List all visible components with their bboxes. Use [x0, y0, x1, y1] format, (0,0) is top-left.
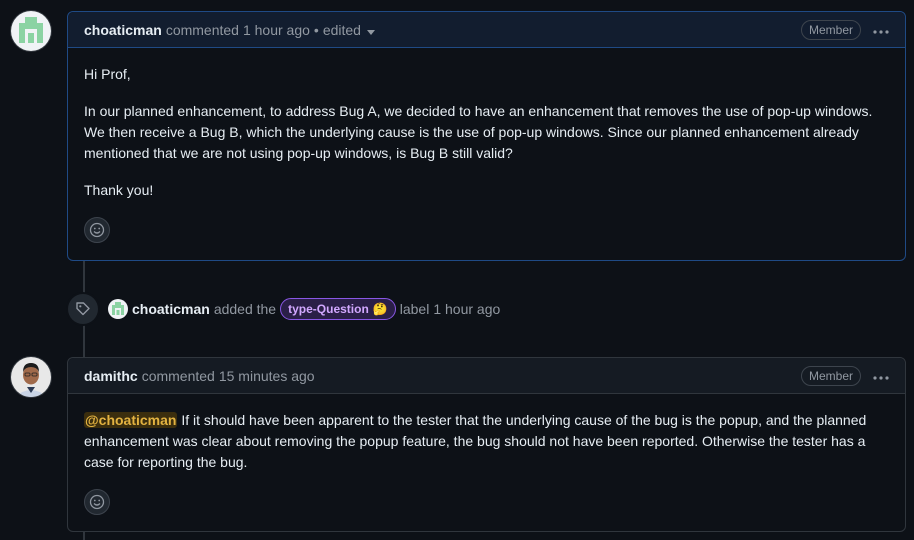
label-name: type-Question: [288, 302, 369, 316]
comment-body: @choaticman If it should have been appar…: [68, 394, 905, 489]
thinking-emoji-icon: 🤔: [372, 302, 388, 316]
comment-body: Hi Prof, In our planned enhancement, to …: [68, 48, 905, 217]
issue-timeline: choaticman commented 1 hour ago • edited…: [0, 0, 914, 540]
separator-dot: •: [313, 21, 319, 38]
kebab-menu-icon[interactable]: [873, 367, 889, 385]
comment-time[interactable]: 15 minutes ago: [219, 368, 315, 384]
label-event: choaticman added the type-Question 🤔 lab…: [68, 294, 500, 324]
avatar-choaticman[interactable]: [11, 11, 51, 51]
comment-time[interactable]: 1 hour ago: [243, 22, 310, 38]
comment-paragraph: @choaticman If it should have been appar…: [84, 410, 889, 473]
add-reaction-button[interactable]: [84, 489, 110, 515]
comment-choaticman: choaticman commented 1 hour ago • edited…: [67, 11, 906, 261]
add-reaction-button[interactable]: [84, 217, 110, 243]
tag-icon: [68, 294, 98, 324]
label-type-question[interactable]: type-Question 🤔: [280, 298, 396, 320]
comment-damithc: damithc commented 15 minutes ago Member …: [67, 357, 906, 532]
comment-author[interactable]: damithc: [84, 368, 138, 384]
edited-label: edited: [322, 21, 361, 38]
smiley-icon: [89, 494, 105, 510]
user-mention[interactable]: @choaticman: [84, 412, 178, 428]
comment-header: choaticman commented 1 hour ago • edited…: [68, 12, 905, 48]
comment-author[interactable]: choaticman: [84, 22, 162, 38]
comment-text: If it should have been apparent to the t…: [84, 412, 867, 470]
comment-action: commented: [141, 367, 215, 384]
comment-paragraph: In our planned enhancement, to address B…: [84, 103, 873, 161]
edited-dropdown[interactable]: edited: [323, 22, 375, 38]
comment-header: damithc commented 15 minutes ago Member: [68, 358, 905, 394]
comment-paragraph: Thank you!: [84, 182, 154, 198]
member-badge: Member: [800, 19, 861, 40]
event-text: added the: [213, 301, 277, 317]
comment-paragraph: Hi Prof,: [84, 66, 131, 82]
event-avatar[interactable]: [108, 299, 128, 319]
comment-action: commented: [165, 21, 239, 38]
kebab-menu-icon[interactable]: [873, 21, 889, 39]
smiley-icon: [89, 222, 105, 238]
event-time[interactable]: 1 hour ago: [433, 301, 500, 317]
avatar-damithc[interactable]: [11, 357, 51, 397]
caret-down-icon: [366, 22, 375, 38]
event-actor[interactable]: choaticman: [132, 301, 210, 317]
event-text-after: label: [399, 301, 430, 317]
member-badge: Member: [800, 365, 861, 386]
